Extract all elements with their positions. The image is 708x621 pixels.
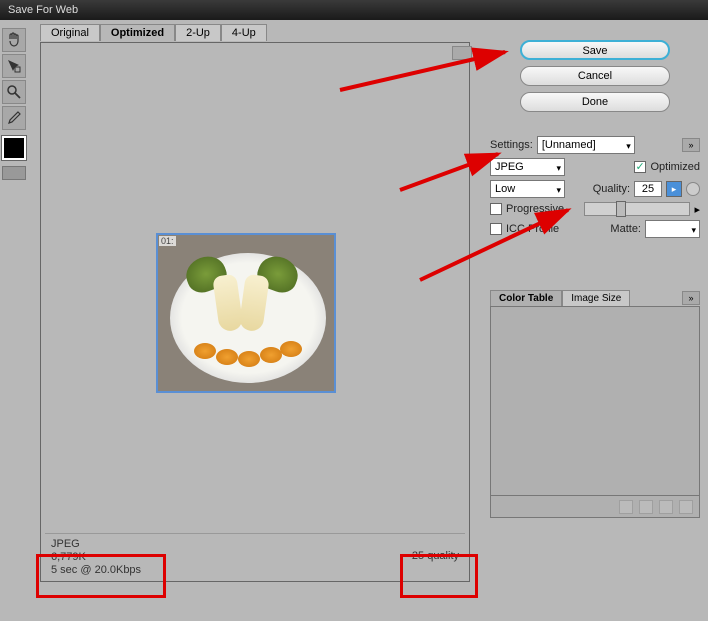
eyedropper-tool[interactable] <box>2 106 26 130</box>
preview-image: 01: <box>156 233 336 393</box>
subpanel-flyout-icon[interactable]: » <box>682 291 700 305</box>
settings-flyout-icon[interactable]: » <box>682 138 700 152</box>
sub-panel: Color Table Image Size » <box>490 290 700 518</box>
status-format: JPEG <box>51 538 141 551</box>
color-table-body <box>490 306 700 496</box>
lock-color-icon[interactable] <box>639 500 653 514</box>
eyedropper-color-swatch[interactable] <box>2 136 26 160</box>
optimized-checkbox[interactable] <box>634 161 646 173</box>
settings-label: Settings: <box>490 139 533 151</box>
cancel-button[interactable]: Cancel <box>520 66 670 86</box>
optimized-label: Optimized <box>650 161 700 173</box>
matte-label: Matte: <box>610 223 641 235</box>
tab-image-size[interactable]: Image Size <box>562 290 630 306</box>
quality-label: Quality: <box>593 183 630 195</box>
new-color-icon[interactable] <box>659 500 673 514</box>
status-quality: 25 quality <box>412 550 459 563</box>
slice-visibility-toggle[interactable] <box>2 166 26 180</box>
tab-color-table[interactable]: Color Table <box>490 290 562 306</box>
progressive-label: Progressive <box>506 203 564 215</box>
slice-select-tool[interactable] <box>2 54 26 78</box>
status-bar: JPEG 6,779K 5 sec @ 20.0Kbps 25 quality <box>45 533 465 577</box>
settings-preset-dropdown[interactable]: [Unnamed] <box>537 136 635 154</box>
snap-web-icon[interactable] <box>619 500 633 514</box>
tab-2up[interactable]: 2-Up <box>175 24 221 41</box>
window-titlebar: Save For Web <box>0 0 708 20</box>
done-button[interactable]: Done <box>520 92 670 112</box>
trash-icon[interactable] <box>679 500 693 514</box>
left-toolbar <box>2 28 30 180</box>
preview-canvas[interactable]: 01: JPEG 6,779K 5 sec @ 20.0Kbps 25 qual… <box>40 42 470 582</box>
color-table-footer <box>490 496 700 518</box>
preview-tabs: Original Optimized 2-Up 4-Up <box>40 24 267 41</box>
status-size: 6,779K <box>51 551 141 564</box>
tab-optimized[interactable]: Optimized <box>100 24 175 41</box>
slider-arrow-icon[interactable]: ▸ <box>694 203 700 216</box>
blur-slider[interactable] <box>584 202 690 216</box>
matte-dropdown[interactable] <box>645 220 700 238</box>
quality-flyout-icon[interactable]: ▸ <box>666 181 682 197</box>
optimize-menu-icon[interactable] <box>686 182 700 196</box>
zoom-tool[interactable] <box>2 80 26 104</box>
icc-checkbox[interactable] <box>490 223 502 235</box>
window-title: Save For Web <box>8 4 78 16</box>
slice-label: 01: <box>159 236 176 246</box>
format-dropdown[interactable]: JPEG <box>490 158 565 176</box>
progressive-checkbox[interactable] <box>490 203 502 215</box>
right-panel: Save Cancel Done Settings: [Unnamed] » J… <box>490 40 700 242</box>
hand-tool[interactable] <box>2 28 26 52</box>
status-time: 5 sec @ 20.0Kbps <box>51 564 141 577</box>
tab-4up[interactable]: 4-Up <box>221 24 267 41</box>
tab-original[interactable]: Original <box>40 24 100 41</box>
save-button[interactable]: Save <box>520 40 670 60</box>
icc-label: ICC Profile <box>506 223 559 235</box>
quality-input[interactable]: 25 <box>634 181 662 197</box>
quality-preset-dropdown[interactable]: Low <box>490 180 565 198</box>
preview-flyout-icon[interactable] <box>452 46 472 60</box>
